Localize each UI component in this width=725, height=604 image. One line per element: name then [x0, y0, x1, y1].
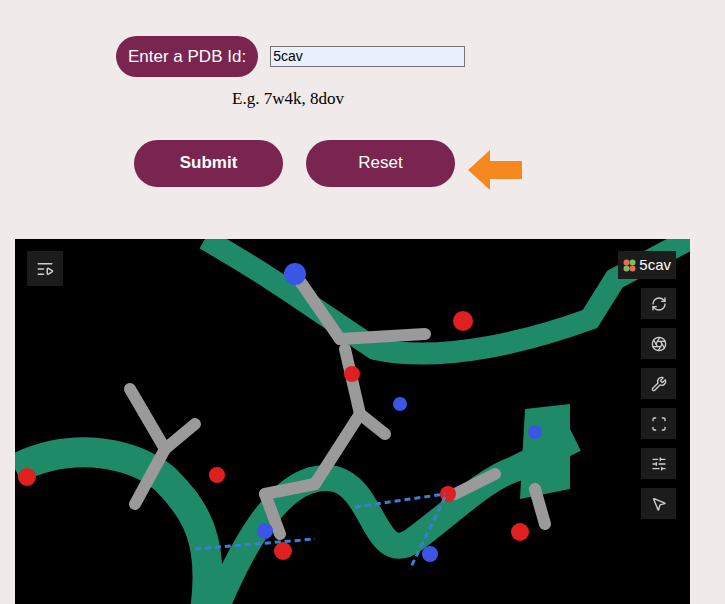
reset-view-icon: [651, 296, 667, 312]
viewer-control-button[interactable]: [641, 448, 676, 479]
submit-button[interactable]: Submit: [134, 140, 283, 187]
pdb-input[interactable]: [270, 46, 465, 67]
viewer-control-button[interactable]: [641, 368, 676, 399]
page: Enter a PDB Id: E.g. 7w4k, 8dov Submit Rese…: [0, 0, 725, 604]
molecule-render[interactable]: [15, 239, 690, 604]
select-icon: [651, 496, 667, 512]
viewer-control-button[interactable]: [641, 488, 676, 519]
viewer-menu-button[interactable]: [27, 251, 63, 286]
screenshot-icon: [651, 336, 667, 352]
button-row: Submit Reset: [134, 136, 725, 190]
molstar-logo-icon: [623, 259, 636, 272]
molecule-viewer[interactable]: 5cav: [15, 239, 690, 604]
controls-icon: [651, 456, 667, 472]
reset-button[interactable]: Reset: [306, 140, 455, 187]
settings-icon: [651, 376, 667, 392]
button-group: Reset: [306, 136, 522, 190]
viewer-control-button[interactable]: [641, 408, 676, 439]
viewer-controls: 5cav: [618, 251, 676, 519]
button-group: Submit: [134, 140, 283, 187]
menu-icon: [36, 260, 54, 278]
pdb-hint: E.g. 7w4k, 8dov: [232, 89, 725, 109]
fullscreen-icon: [651, 416, 667, 432]
pdb-form-row: Enter a PDB Id:: [116, 36, 725, 77]
viewer-control-button[interactable]: [641, 288, 676, 319]
viewer-control-button[interactable]: [641, 328, 676, 359]
pointer-arrow-icon: [468, 150, 522, 190]
viewer-title: 5cav: [639, 254, 671, 277]
viewer-title-badge: 5cav: [618, 251, 676, 279]
pdb-label: Enter a PDB Id:: [116, 36, 258, 77]
